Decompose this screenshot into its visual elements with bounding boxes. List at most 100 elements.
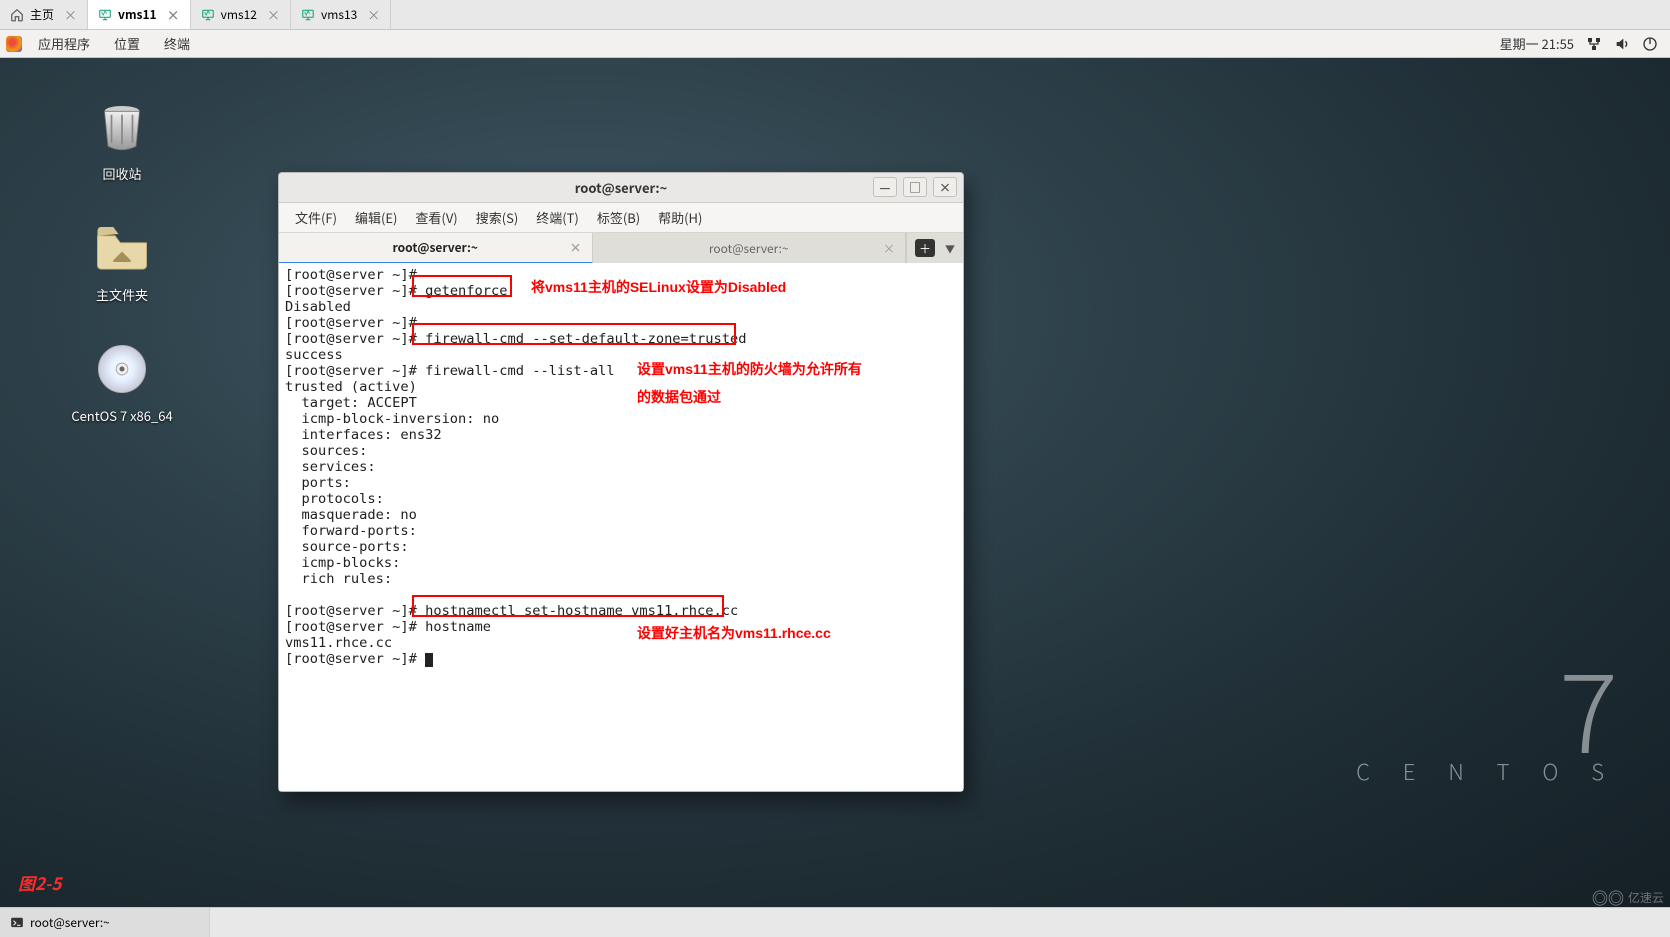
network-icon[interactable] [1586, 36, 1602, 52]
term-line: [root@server ~]# [285, 331, 425, 347]
term-line: [root@server ~]# [285, 651, 417, 667]
term-line: trusted (active) [285, 379, 417, 395]
menu-applications[interactable]: 应用程序 [28, 34, 100, 53]
folder-home-icon [93, 219, 151, 277]
terminal-body[interactable]: [root@server ~]# [root@server ~]# getenf… [279, 263, 963, 791]
monitor-icon [301, 8, 315, 22]
terminal-icon [10, 916, 24, 930]
monitor-icon [201, 8, 215, 22]
term-line: protocols: [285, 491, 384, 507]
term-line: masquerade: no [285, 507, 417, 523]
terminal-tab-2[interactable]: root@server:~ × [593, 233, 907, 263]
term-line: [root@server ~]# firewall-cmd --list-all [285, 363, 615, 379]
close-icon[interactable]: × [367, 5, 380, 24]
terminal-tab-1[interactable]: root@server:~ × [279, 233, 593, 264]
terminal-title: root@server:~ [575, 178, 668, 197]
activities-icon[interactable] [6, 36, 22, 52]
term-line: [root@server ~]# [285, 603, 425, 619]
term-line: sources: [285, 443, 367, 459]
term-line: [root@server ~]# [285, 315, 417, 331]
desktop-icons: 回收站 主文件夹 CentOS 7 x86_64 [52, 98, 192, 425]
figure-label: 图2-5 [18, 870, 61, 895]
term-line: ports: [285, 475, 351, 491]
desktop-dvd[interactable]: CentOS 7 x86_64 [52, 340, 192, 425]
term-line: [root@server ~]# [285, 267, 417, 283]
term-line: [root@server ~]# [285, 283, 425, 299]
vm-tab-vms11[interactable]: vms11 × [88, 0, 191, 29]
menu-search[interactable]: 搜索(S) [468, 206, 527, 229]
vm-tab-label: vms12 [221, 6, 257, 23]
vm-tab-home[interactable]: 主页 × [0, 0, 88, 29]
term-cmd-hostnamectl: hostnamectl set-hostname vms11.rhce.cc [425, 603, 746, 619]
centos-wallpaper-logo: 7 C E N T O S [1356, 656, 1618, 787]
term-line: interfaces: ens32 [285, 427, 442, 443]
menu-places[interactable]: 位置 [104, 34, 150, 53]
close-button[interactable]: × [933, 177, 957, 197]
menu-edit[interactable]: 编辑(E) [347, 206, 405, 229]
vm-tab-label: vms13 [321, 6, 357, 23]
term-line: forward-ports: [285, 523, 417, 539]
maximize-button[interactable]: □ [903, 177, 927, 197]
power-icon[interactable] [1642, 36, 1658, 52]
terminal-window: root@server:~ — □ × 文件(F) 编辑(E) 查看(V) 搜索… [278, 172, 964, 792]
desktop-home[interactable]: 主文件夹 [52, 219, 192, 304]
menu-file[interactable]: 文件(F) [287, 206, 345, 229]
term-line: source-ports: [285, 539, 409, 555]
term-line: icmp-block-inversion: no [285, 411, 499, 427]
term-line: [root@server ~]# hostname [285, 619, 491, 635]
menu-view[interactable]: 查看(V) [407, 206, 465, 229]
desktop[interactable]: 7 C E N T O S 回收站 主文件夹 CentOS 7 x86_64 r… [0, 58, 1670, 907]
menu-terminal[interactable]: 终端 [154, 34, 200, 53]
volume-icon[interactable] [1614, 36, 1630, 52]
terminal-menubar: 文件(F) 编辑(E) 查看(V) 搜索(S) 终端(T) 标签(B) 帮助(H… [279, 203, 963, 233]
terminal-tab-label: root@server:~ [709, 240, 789, 257]
terminal-tab-strip: root@server:~ × root@server:~ × ＋ ▼ [279, 233, 963, 263]
term-line: Disabled [285, 299, 351, 315]
menu-terminal[interactable]: 终端(T) [528, 206, 587, 229]
taskbar-item-label: root@server:~ [30, 914, 110, 931]
trash-icon [93, 98, 151, 156]
home-icon [10, 8, 24, 22]
term-line: success [285, 347, 343, 363]
menu-help[interactable]: 帮助(H) [650, 206, 710, 229]
watermark: ◎◎ 亿速云 [1592, 885, 1664, 907]
new-tab-button[interactable]: ＋ [915, 239, 935, 257]
vm-tab-vms13[interactable]: vms13 × [291, 0, 391, 29]
clock[interactable]: 星期一 21:55 [1500, 34, 1574, 53]
gnome-top-bar: 应用程序 位置 终端 星期一 21:55 [0, 30, 1670, 58]
annotation-firewall-2: 的数据包通过 [637, 389, 721, 405]
taskbar: root@server:~ [0, 907, 1670, 937]
terminal-titlebar[interactable]: root@server:~ — □ × [279, 173, 963, 203]
terminal-cursor [425, 653, 433, 667]
term-cmd-firewall-set: firewall-cmd --set-default-zone=trusted [425, 331, 755, 347]
vm-tab-home-label: 主页 [30, 6, 54, 23]
term-line: target: ACCEPT [285, 395, 417, 411]
minimize-button[interactable]: — [873, 177, 897, 197]
vm-host-tabbar: 主页 × vms11 × vms12 × vms13 × [0, 0, 1670, 30]
watermark-icon: ◎◎ [1592, 885, 1624, 907]
term-line: rich rules: [285, 571, 392, 587]
annotation-firewall-1: 设置vms11主机的防火墙为允许所有 [637, 361, 862, 377]
desktop-dvd-label: CentOS 7 x86_64 [71, 406, 172, 425]
close-icon[interactable]: × [267, 5, 280, 24]
menu-tabs[interactable]: 标签(B) [589, 206, 648, 229]
taskbar-item-terminal[interactable]: root@server:~ [0, 908, 210, 937]
vm-tab-vms12[interactable]: vms12 × [191, 0, 291, 29]
term-line: icmp-blocks: [285, 555, 400, 571]
watermark-text: 亿速云 [1628, 889, 1664, 906]
desktop-home-label: 主文件夹 [96, 285, 148, 304]
close-icon[interactable]: × [569, 239, 581, 256]
term-line: vms11.rhce.cc [285, 635, 392, 651]
close-icon[interactable]: × [64, 5, 77, 24]
term-line: services: [285, 459, 376, 475]
close-icon[interactable]: × [883, 240, 895, 257]
desktop-trash-label: 回收站 [102, 164, 141, 183]
desktop-trash[interactable]: 回收站 [52, 98, 192, 183]
tab-dropdown-icon[interactable]: ▼ [945, 241, 955, 256]
vm-tab-label: vms11 [118, 6, 157, 23]
monitor-icon [98, 8, 112, 22]
terminal-tab-label: root@server:~ [393, 239, 478, 256]
annotation-selinux: 将vms11主机的SELinux设置为Disabled [531, 279, 786, 295]
term-cmd-getenforce: getenforce [425, 283, 516, 299]
close-icon[interactable]: × [167, 5, 180, 24]
